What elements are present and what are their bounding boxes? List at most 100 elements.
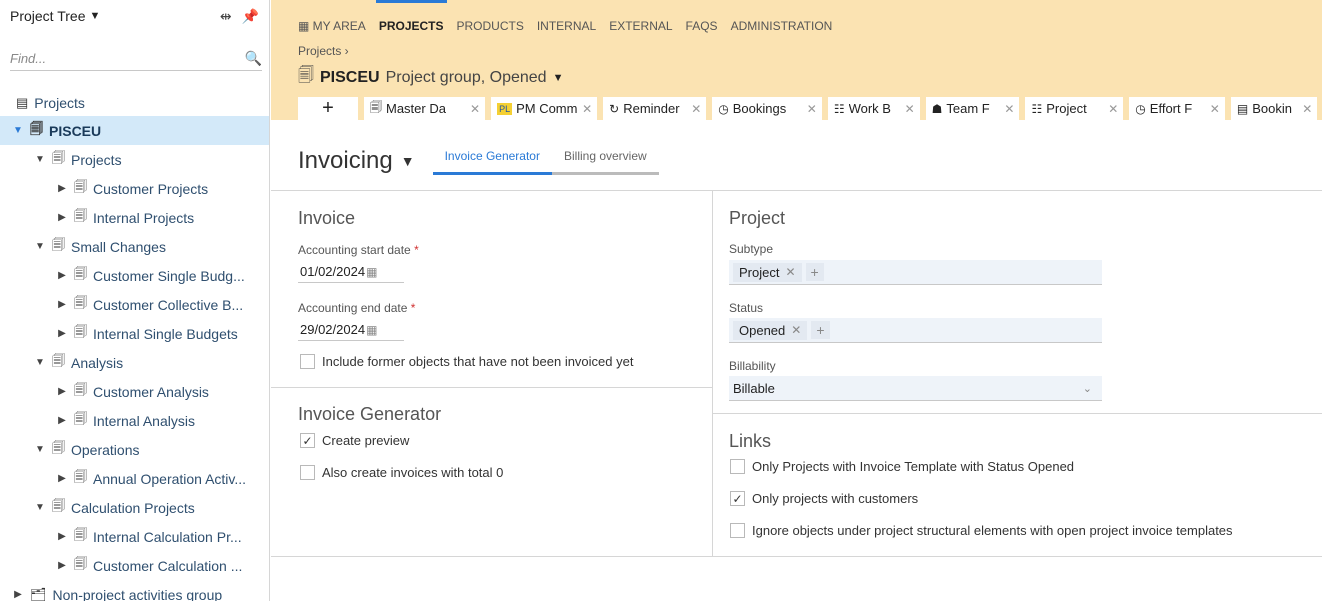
object-tab[interactable]: ◷ Effort F ✕ — [1129, 97, 1225, 120]
billability-select[interactable]: Billable ⌄ — [729, 376, 1102, 401]
breadcrumb[interactable]: Projects › — [298, 44, 349, 58]
start-date-field[interactable]: 01/02/2024 ▦ — [298, 261, 404, 283]
subtype-field[interactable]: Project ✕ + — [729, 260, 1102, 285]
checkbox-box[interactable] — [730, 459, 745, 474]
expand-icon[interactable]: ▶ — [56, 183, 68, 194]
total-zero-checkbox[interactable]: Also create invoices with total 0 — [300, 465, 503, 480]
collapse-icon[interactable]: ▼ — [34, 444, 46, 455]
menu-administration[interactable]: ADMINISTRATION — [731, 19, 833, 33]
expand-icon[interactable]: ▶ — [56, 473, 68, 484]
tree-node[interactable]: ▼ 🗐 Small Changes — [0, 232, 269, 261]
tree-node[interactable]: ▶ 🗐 Customer Analysis — [0, 377, 269, 406]
object-tab[interactable]: ☗ Team F ✕ — [925, 97, 1020, 120]
links-option-invoice-template[interactable]: Only Projects with Invoice Template with… — [730, 459, 1074, 474]
tree-node[interactable]: ▶ 🗐 Internal Analysis — [0, 406, 269, 435]
tree-node[interactable]: ▼ 🗐 Operations — [0, 435, 269, 464]
add-tag-button[interactable]: + — [811, 321, 830, 339]
object-tab[interactable]: 🗐 Master Da ✕ — [364, 97, 486, 120]
add-tag-button[interactable]: + — [805, 263, 824, 281]
tree-node[interactable]: ▶ 🗐 Internal Projects — [0, 203, 269, 232]
close-icon[interactable]: ✕ — [1210, 102, 1220, 116]
menu-products[interactable]: PRODUCTS — [457, 19, 524, 33]
tree-node[interactable]: ▶ 🗐 Customer Single Budg... — [0, 261, 269, 290]
menu-faqs[interactable]: FAQS — [686, 19, 718, 33]
check-icon[interactable]: ✓ — [300, 433, 315, 448]
menu-external[interactable]: EXTERNAL — [609, 19, 672, 33]
object-tab[interactable]: ↻ Reminder ✕ — [603, 97, 707, 120]
links-option-customers[interactable]: ✓ Only projects with customers — [730, 491, 918, 506]
tree-node[interactable]: ▶ 🗐 Internal Single Budgets — [0, 319, 269, 348]
tree-node[interactable]: ▶ 🗐 Internal Calculation Pr... — [0, 522, 269, 551]
tab-billing-overview[interactable]: Billing overview — [551, 149, 659, 175]
object-tab[interactable]: ◷ Bookings ✕ — [712, 97, 822, 120]
close-icon[interactable]: ✕ — [807, 102, 817, 116]
tree-node-label: Customer Analysis — [93, 383, 209, 400]
close-icon[interactable]: ✕ — [905, 102, 915, 116]
menu-internal[interactable]: INTERNAL — [537, 19, 596, 33]
tree-search-input[interactable]: Find... 🔍 — [10, 47, 262, 71]
close-icon[interactable]: ✕ — [1004, 102, 1014, 116]
expand-icon[interactable]: ▶ — [56, 386, 68, 397]
tree-node[interactable]: ▼ 🗐 Projects — [0, 145, 269, 174]
pin-icon[interactable]: 📌 — [242, 8, 259, 25]
search-icon[interactable]: 🔍 — [245, 50, 262, 67]
chevron-down-icon: ⌄ — [1082, 382, 1092, 395]
collapse-icon[interactable]: ▼ — [12, 125, 24, 136]
add-tab-button[interactable]: + — [298, 97, 358, 120]
status-field[interactable]: Opened ✕ + — [729, 318, 1102, 343]
object-tab-label: Project — [1046, 101, 1087, 116]
project-tree-selector[interactable]: Project Tree ▼ — [10, 8, 100, 24]
tree-node[interactable]: ▼ 🗐 Analysis — [0, 348, 269, 377]
check-icon[interactable]: ✓ — [730, 491, 745, 506]
object-tab[interactable]: PL PM Comme ✕ — [491, 97, 598, 120]
object-tab[interactable]: ☷ Work B ✕ — [827, 97, 920, 120]
create-preview-checkbox[interactable]: ✓ Create preview — [300, 433, 409, 448]
expand-icon[interactable]: ▶ — [56, 531, 68, 542]
checkbox-box[interactable] — [300, 465, 315, 480]
required-mark: * — [414, 243, 419, 257]
tab-invoice-generator[interactable]: Invoice Generator — [432, 149, 552, 175]
invoicing-view-selector[interactable]: Invoicing ▼ — [298, 147, 415, 175]
close-icon[interactable]: ✕ — [582, 102, 592, 116]
tree-node[interactable]: ▶ 🗐 Customer Collective B... — [0, 290, 269, 319]
tree-node[interactable]: ▤ Projects — [0, 90, 269, 116]
expand-icon[interactable]: ▶ — [56, 328, 68, 339]
object-tab[interactable]: ▤ Bookin ✕ — [1230, 97, 1318, 120]
tree-node-label: Internal Analysis — [93, 412, 195, 429]
tree-node[interactable]: ▶ 🗐 Annual Operation Activ... — [0, 464, 269, 493]
tree-node[interactable]: ▶ 🗐 Customer Projects — [0, 174, 269, 203]
collapse-icon[interactable]: ▼ — [34, 357, 46, 368]
close-icon[interactable]: ✕ — [1302, 102, 1312, 116]
collapse-panel-icon[interactable]: ⇹ — [220, 8, 232, 25]
tree-node[interactable]: ▶ 🗂 Non-project activities group — [0, 580, 269, 601]
expand-icon[interactable]: ▶ — [56, 415, 68, 426]
close-icon[interactable]: ✕ — [470, 102, 480, 116]
calendar-icon[interactable]: ▦ — [366, 265, 377, 279]
collapse-icon[interactable]: ▼ — [34, 241, 46, 252]
expand-icon[interactable]: ▶ — [56, 212, 68, 223]
project-title[interactable]: 🗐 PISCEU Project group, Opened ▼ — [298, 64, 563, 91]
links-option-label: Ignore objects under project structural … — [752, 523, 1233, 538]
close-icon[interactable]: ✕ — [1108, 102, 1118, 116]
close-icon[interactable]: ✕ — [785, 265, 795, 279]
object-tab[interactable]: ☷ Project ✕ — [1025, 97, 1124, 120]
menu-projects[interactable]: PROJECTS — [375, 0, 447, 33]
expand-icon[interactable]: ▶ — [56, 270, 68, 281]
checkbox-box[interactable] — [730, 523, 745, 538]
close-icon[interactable]: ✕ — [791, 323, 801, 337]
menu-my-area[interactable]: ▦ MY AREA — [298, 19, 366, 33]
checkbox-box[interactable] — [300, 354, 315, 369]
expand-icon[interactable]: ▶ — [12, 589, 24, 600]
collapse-icon[interactable]: ▼ — [34, 154, 46, 165]
tree-node[interactable]: ▶ 🗐 Customer Calculation ... — [0, 551, 269, 580]
links-option-ignore-structural[interactable]: Ignore objects under project structural … — [730, 523, 1233, 538]
close-icon[interactable]: ✕ — [691, 102, 701, 116]
expand-icon[interactable]: ▶ — [56, 299, 68, 310]
expand-icon[interactable]: ▶ — [56, 560, 68, 571]
end-date-field[interactable]: 29/02/2024 ▦ — [298, 319, 404, 341]
tree-node[interactable]: ▼ 🗐 Calculation Projects — [0, 493, 269, 522]
calendar-icon[interactable]: ▦ — [366, 323, 377, 337]
include-former-checkbox[interactable]: Include former objects that have not bee… — [300, 354, 633, 369]
tree-node[interactable]: ▼ 🗐 PISCEU — [0, 116, 269, 145]
collapse-icon[interactable]: ▼ — [34, 502, 46, 513]
